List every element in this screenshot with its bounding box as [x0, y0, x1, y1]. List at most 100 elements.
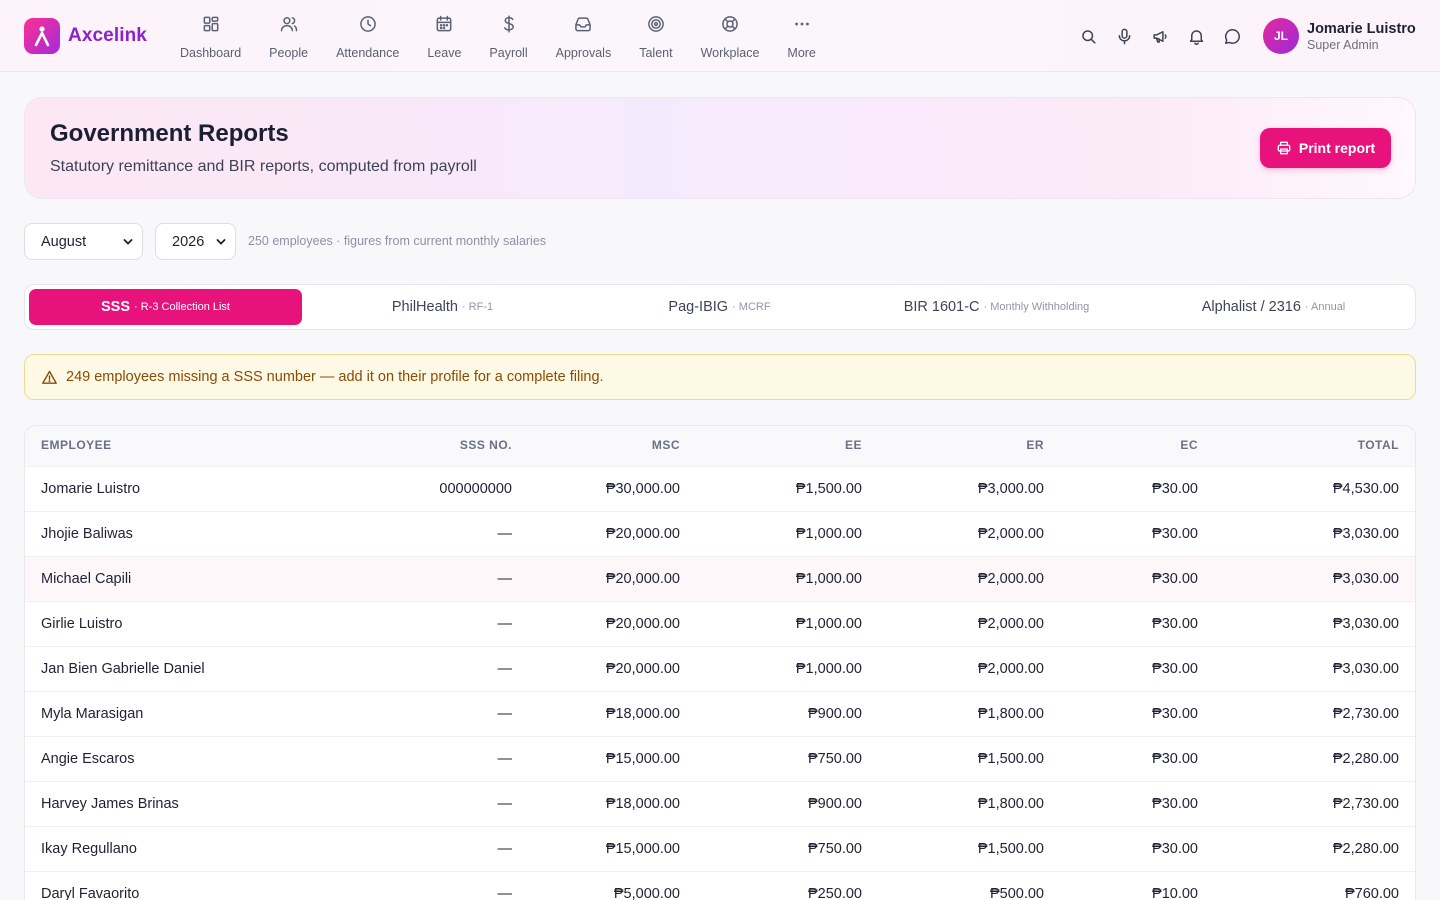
table-row[interactable]: Angie Escaros — ₱15,000.00 ₱750.00 ₱1,500.00…	[25, 736, 1415, 781]
table-row[interactable]: Jhojie Baliwas — ₱20,000.00 ₱1,000.00 ₱2,000…	[25, 511, 1415, 556]
user-role: Super Admin	[1307, 37, 1379, 52]
nav-leave[interactable]: Leave	[415, 12, 473, 60]
print-report-button[interactable]: Print report	[1260, 128, 1391, 168]
table-row[interactable]: Daryl Favaorito — ₱5,000.00 ₱250.00 ₱500.00 ₱…	[25, 871, 1415, 900]
tab-philhealth[interactable]: PhilHealth · RF-1	[306, 289, 579, 325]
er-value: ₱2,000.00	[977, 661, 1044, 677]
tab-pagibig[interactable]: Pag-IBIG · MCRF	[583, 289, 856, 325]
total-value: ₱2,730.00	[1332, 706, 1399, 722]
bell-icon[interactable]	[1186, 24, 1206, 48]
nav-label: Dashboard	[180, 46, 242, 60]
er-value: ₱2,000.00	[977, 616, 1044, 632]
ec-value: ₱30.00	[1152, 616, 1198, 632]
msc-value: ₱20,000.00	[605, 661, 680, 677]
tab-label: Pag-IBIG	[668, 299, 729, 315]
tab-sss[interactable]: SSS · R-3 Collection List	[29, 289, 302, 325]
user-menu[interactable]: JL Jomarie Luistro Super Admin	[1263, 18, 1416, 54]
total-value: ₱3,030.00	[1332, 616, 1399, 632]
inbox-icon	[575, 17, 592, 32]
msc-value: ₱18,000.00	[605, 706, 680, 722]
nav-approvals[interactable]: Approvals	[544, 12, 624, 60]
msc-value: ₱15,000.00	[605, 751, 680, 767]
nav-talent[interactable]: Talent	[627, 12, 684, 60]
warning-text: 249 employees missing a SSS number — add…	[66, 369, 604, 385]
table-row[interactable]: Michael Capili — ₱20,000.00 ₱1,000.00 ₱2,000…	[25, 556, 1415, 601]
target-icon	[648, 16, 664, 32]
sss-number: —	[497, 661, 513, 677]
total-value: ₱3,030.00	[1332, 526, 1399, 542]
ec-value: ₱30.00	[1152, 526, 1198, 542]
report-tabs: SSS · R-3 Collection List PhilHealth · RF-…	[24, 284, 1416, 330]
table-row[interactable]: Jan Bien Gabrielle Daniel — ₱20,000.00 ₱1,0…	[25, 646, 1415, 691]
ee-value: ₱900.00	[807, 796, 862, 812]
sss-number: —	[497, 526, 513, 542]
tab-bir-1601c[interactable]: BIR 1601-C · Monthly Withholding	[860, 289, 1133, 325]
search-icon[interactable]	[1078, 24, 1098, 48]
chat-icon[interactable]	[1222, 24, 1242, 48]
megaphone-icon[interactable]	[1150, 24, 1170, 48]
total-value: ₱2,280.00	[1332, 841, 1399, 857]
msc-value: ₱20,000.00	[605, 571, 680, 587]
user-info: Jomarie Luistro Super Admin	[1307, 21, 1416, 52]
nav-label: More	[787, 46, 816, 60]
warning-icon	[42, 370, 57, 384]
nav-dashboard[interactable]: Dashboard	[168, 12, 253, 60]
nav-people[interactable]: People	[257, 12, 320, 60]
ee-value: ₱1,500.00	[795, 481, 862, 497]
col-sss-no: SSS NO.	[459, 438, 512, 452]
print-report-label: Print report	[1298, 140, 1376, 156]
ec-value: ₱30.00	[1152, 571, 1198, 587]
tab-label: Alphalist / 2316	[1201, 299, 1301, 315]
ec-value: ₱30.00	[1152, 751, 1198, 767]
total-value: ₱3,030.00	[1332, 661, 1399, 677]
ec-value: ₱30.00	[1152, 481, 1198, 497]
header-actions	[1078, 24, 1242, 48]
col-msc: MSC	[651, 438, 680, 452]
total-value: ₱4,530.00	[1332, 481, 1399, 497]
year-value: 2026	[172, 233, 205, 250]
filter-note: 250 employees · figures from current mon…	[248, 234, 547, 248]
sss-number: —	[497, 706, 513, 722]
table-row[interactable]: Harvey James Brinas — ₱18,000.00 ₱900.00 ₱1,…	[25, 781, 1415, 826]
nav-label: Attendance	[336, 46, 400, 60]
brand-logo[interactable]: Axcelink	[24, 18, 147, 54]
microphone-icon[interactable]	[1114, 24, 1134, 48]
table-row[interactable]: Jomarie Luistro 000000000 ₱30,000.00 ₱1,500…	[25, 466, 1415, 511]
tab-label: PhilHealth	[391, 299, 458, 315]
col-total: TOTAL	[1357, 438, 1399, 452]
er-value: ₱2,000.00	[977, 571, 1044, 587]
month-select[interactable]: August	[24, 223, 143, 260]
table-header: EMPLOYEE SSS NO. MSC EE ER EC TOTAL	[25, 426, 1415, 466]
nav-attendance[interactable]: Attendance	[324, 12, 411, 60]
msc-value: ₱20,000.00	[605, 526, 680, 542]
col-employee: EMPLOYEE	[41, 438, 112, 452]
sss-number: 000000000	[439, 481, 512, 497]
nav-workplace[interactable]: Workplace	[689, 12, 772, 60]
ee-value: ₱1,000.00	[795, 571, 862, 587]
sss-number: —	[497, 616, 513, 632]
tab-label: SSS	[101, 299, 131, 315]
top-navbar: Axcelink Dashboard People Attendance Lea…	[0, 0, 1440, 72]
year-select[interactable]: 2026	[155, 223, 236, 260]
sss-number: —	[497, 751, 513, 767]
ee-value: ₱1,000.00	[795, 526, 862, 542]
sss-number: —	[497, 841, 513, 857]
ee-value: ₱750.00	[807, 841, 862, 857]
table-row[interactable]: Ikay Regullano — ₱15,000.00 ₱750.00 ₱1,500.0…	[25, 826, 1415, 871]
nav-more[interactable]: More	[775, 12, 827, 60]
nav-label: Approvals	[555, 46, 612, 60]
nav-payroll[interactable]: Payroll	[477, 12, 539, 60]
table-row[interactable]: Girlie Luistro — ₱20,000.00 ₱1,000.00 ₱2,000…	[25, 601, 1415, 646]
nav-label: Payroll	[489, 46, 528, 60]
msc-value: ₱5,000.00	[613, 886, 680, 900]
er-value: ₱500.00	[989, 886, 1044, 900]
logo-icon	[24, 18, 60, 54]
people-icon	[280, 17, 297, 32]
tab-label: BIR 1601-C	[903, 299, 980, 315]
er-value: ₱2,000.00	[977, 526, 1044, 542]
tab-alphalist[interactable]: Alphalist / 2316 · Annual	[1137, 289, 1410, 325]
page-title: Government Reports	[50, 120, 289, 147]
table-row[interactable]: Myla Marasigan — ₱18,000.00 ₱900.00 ₱1,800.0…	[25, 691, 1415, 736]
col-ee: EE	[844, 438, 862, 452]
tab-sublabel: · MCRF	[732, 301, 771, 313]
